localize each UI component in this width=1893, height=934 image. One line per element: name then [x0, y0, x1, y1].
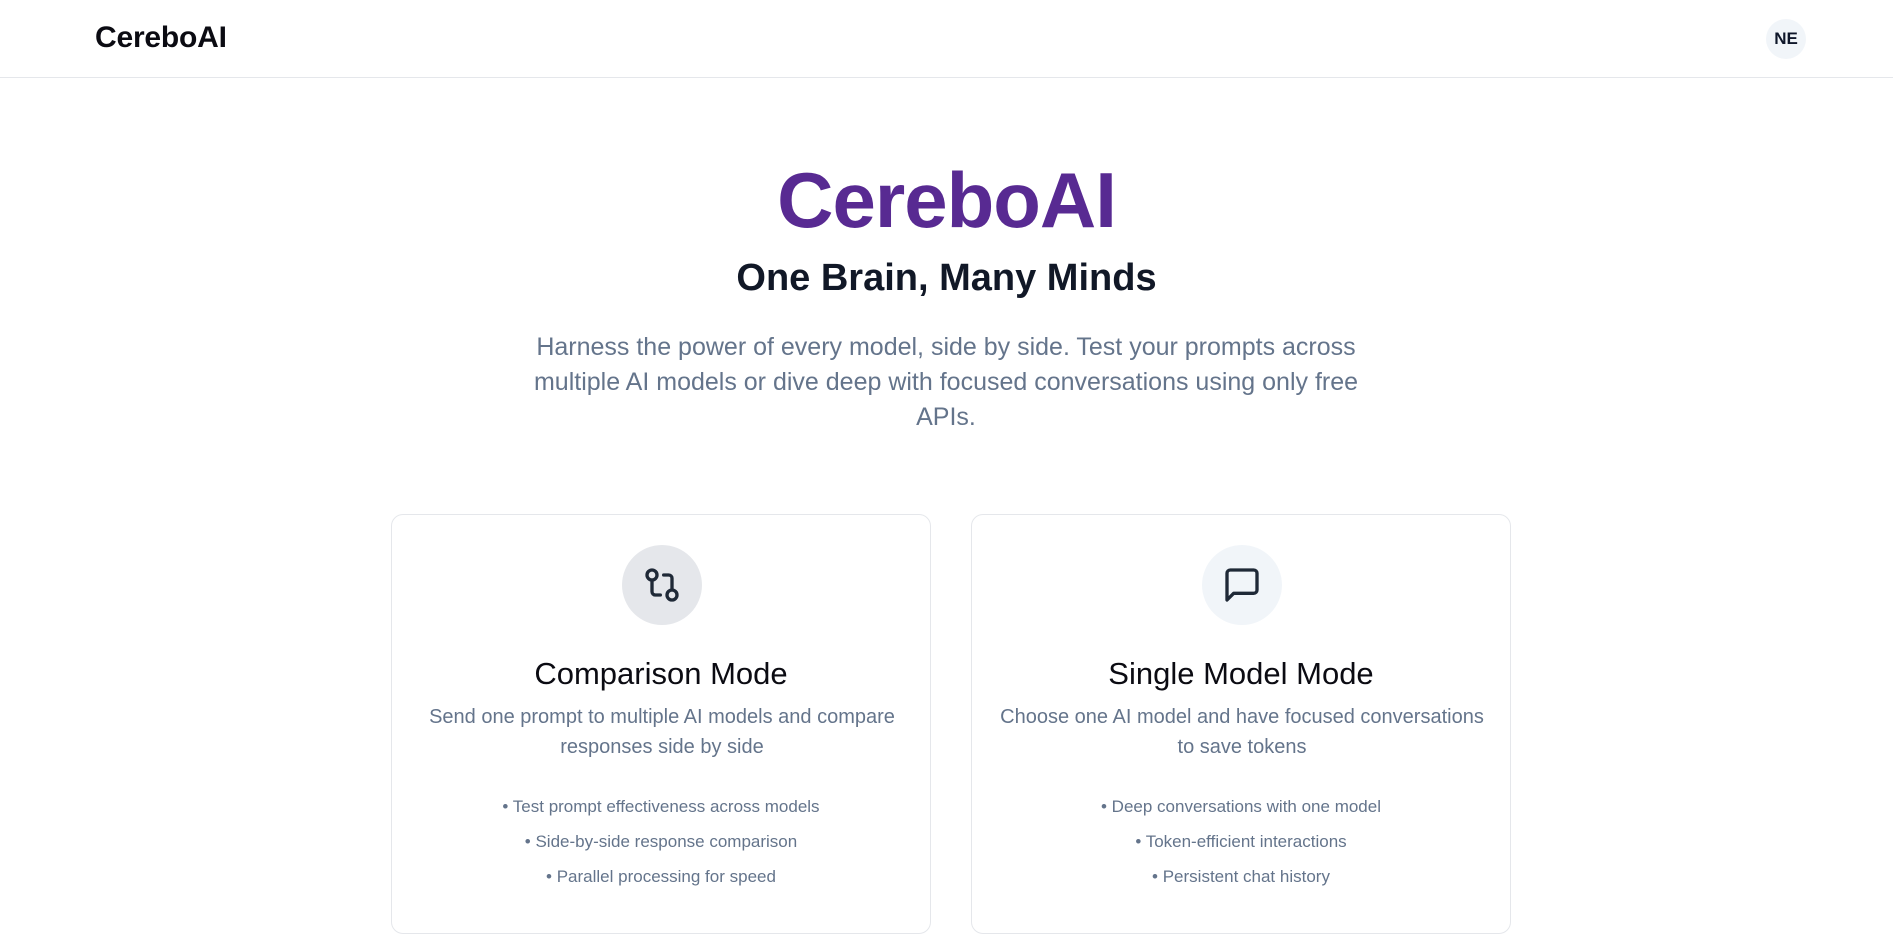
feature-list: • Test prompt effectiveness across model…	[392, 789, 930, 894]
feature-item: • Deep conversations with one model	[1101, 797, 1381, 816]
message-square-icon	[1202, 545, 1282, 625]
feature-list: • Deep conversations with one model • To…	[972, 789, 1510, 894]
user-avatar[interactable]: NE	[1766, 19, 1806, 59]
card-description: Choose one AI model and have focused con…	[1000, 706, 1484, 758]
hero-description: Harness the power of every model, side b…	[533, 333, 1359, 431]
feature-item: • Persistent chat history	[1152, 867, 1330, 886]
feature-item: • Token-efficient interactions	[1135, 832, 1347, 851]
hero-title: CereboAI	[777, 156, 1117, 244]
brand-logo[interactable]: CereboAI	[95, 18, 227, 58]
card-description: Send one prompt to multiple AI models an…	[429, 706, 895, 758]
top-navigation-bar: CereboAI NE	[0, 0, 1893, 78]
card-title: Single Model Mode	[1108, 656, 1374, 691]
hero-tagline: One Brain, Many Minds	[736, 257, 1157, 299]
single-model-mode-card[interactable]: Single Model Mode Choose one AI model an…	[971, 514, 1511, 934]
feature-item: • Side-by-side response comparison	[524, 832, 798, 851]
feature-item: • Parallel processing for speed	[546, 867, 776, 886]
comparison-mode-card[interactable]: Comparison Mode Send one prompt to multi…	[391, 514, 931, 934]
feature-item: • Test prompt effectiveness across model…	[502, 797, 820, 816]
card-title: Comparison Mode	[534, 656, 788, 691]
git-compare-icon	[622, 545, 702, 625]
